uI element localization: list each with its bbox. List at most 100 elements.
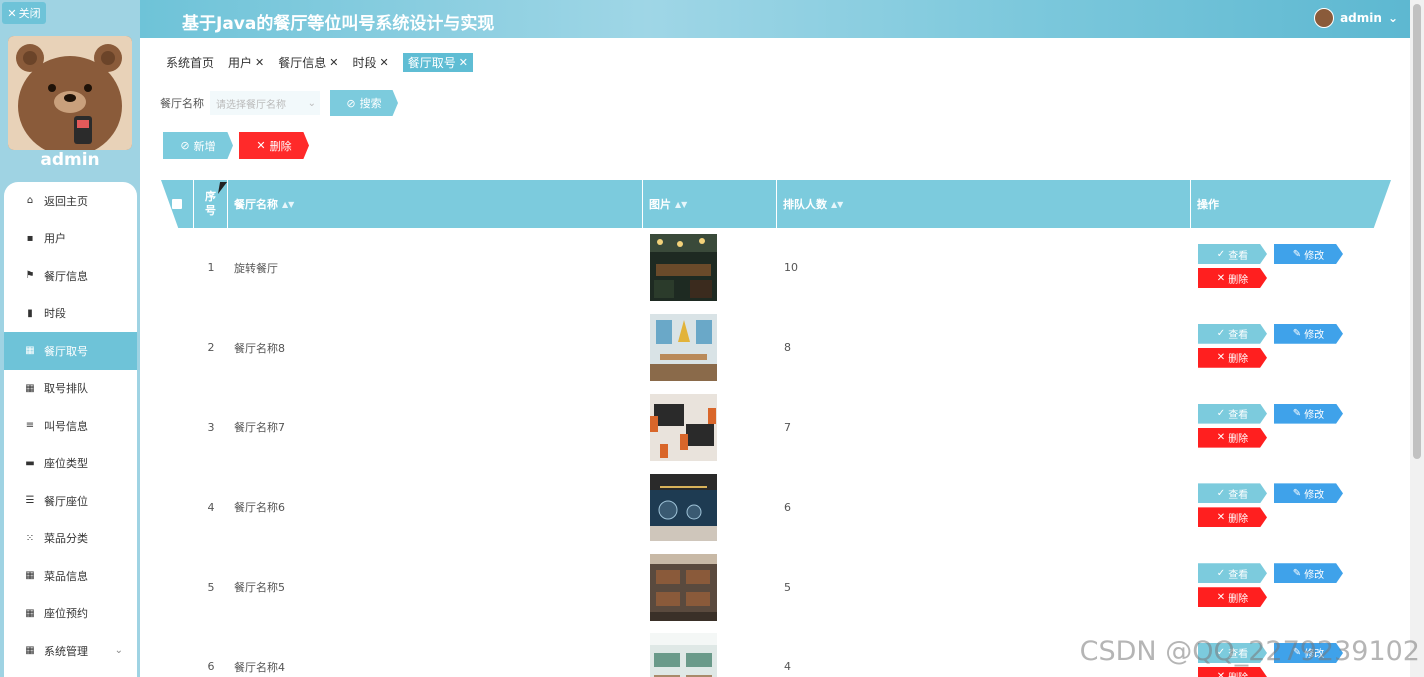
scrollbar-thumb[interactable] bbox=[1413, 4, 1421, 459]
sidebar-item-label: 菜品信息 bbox=[44, 569, 88, 583]
row-restaurant-name: 旋转餐厅 bbox=[234, 261, 278, 275]
close-icon[interactable]: ✕ bbox=[380, 56, 389, 69]
sidebar-item[interactable]: ☰ 餐厅座位 bbox=[4, 482, 137, 520]
row-checkbox-cell[interactable] bbox=[161, 308, 194, 388]
check-icon: ✓ bbox=[1216, 567, 1226, 579]
vertical-scrollbar[interactable] bbox=[1410, 0, 1424, 677]
sidebar-item[interactable]: ≡ 叫号信息 bbox=[4, 407, 137, 445]
flag-icon: ⚑ bbox=[25, 270, 35, 282]
edit-button[interactable]: ✎ 修改 bbox=[1274, 244, 1343, 264]
edit-button-label: 修改 bbox=[1304, 250, 1325, 262]
restaurant-image[interactable] bbox=[650, 314, 717, 382]
user-menu[interactable]: admin ⌄ bbox=[1314, 8, 1398, 28]
sidebar-item[interactable]: ▪ 用户 bbox=[4, 220, 137, 258]
close-label: 关闭 bbox=[18, 7, 41, 20]
tab[interactable]: 餐厅信息 ✕ bbox=[278, 54, 338, 71]
row-checkbox-cell[interactable] bbox=[161, 388, 194, 468]
page-title: 基于Java的餐厅等位叫号系统设计与实现 bbox=[182, 14, 495, 34]
sidebar-item-label: 座位类型 bbox=[44, 457, 88, 471]
remove-button[interactable]: ✕删除 bbox=[1198, 347, 1267, 368]
restaurant-image[interactable] bbox=[650, 234, 717, 302]
tab-bar: 系统首页 用户 ✕ 餐厅信息 ✕ 时段 ✕ 餐厅取号 ✕ bbox=[166, 53, 473, 72]
tab[interactable]: 时段 ✕ bbox=[352, 54, 388, 71]
remove-button[interactable]: ✕删除 bbox=[1198, 587, 1267, 608]
restaurant-image[interactable] bbox=[650, 553, 717, 621]
pencil-icon: ✎ bbox=[1292, 487, 1302, 499]
select-all-checkbox[interactable] bbox=[161, 180, 194, 228]
table-row[interactable]: 4 餐厅名称6 6 ✓ 查看 ✎ 修改 ✕ 删除 bbox=[161, 467, 1391, 547]
pencil-icon: ✎ bbox=[1292, 408, 1302, 420]
edit-button[interactable]: ✎ 修改 bbox=[1274, 323, 1343, 344]
sidebar-item[interactable]: ⌂ 返回主页 bbox=[4, 182, 137, 220]
row-checkbox-cell[interactable] bbox=[161, 228, 194, 308]
add-button[interactable]: ⊘ 新增 bbox=[163, 132, 233, 159]
sidebar-item[interactable]: ⁙ 菜品分类 bbox=[4, 520, 137, 558]
close-icon[interactable]: ✕ bbox=[329, 56, 338, 69]
close-sidebar-button[interactable]: ✕ 关闭 bbox=[2, 2, 46, 24]
remove-button[interactable]: ✕删除 bbox=[1198, 666, 1267, 677]
view-button[interactable]: ✓ 查看 bbox=[1198, 244, 1267, 264]
check-icon: ✓ bbox=[1216, 328, 1226, 340]
tab[interactable]: 餐厅取号 ✕ bbox=[402, 53, 473, 72]
restaurant-image[interactable] bbox=[650, 633, 717, 677]
row-checkbox-cell[interactable] bbox=[161, 467, 194, 547]
view-button-label: 查看 bbox=[1228, 330, 1249, 342]
row-queue-count: 8 bbox=[784, 341, 791, 355]
table-row[interactable]: 3 餐厅名称7 7 ✓ 查看 ✎ 修改 ✕ 删除 bbox=[161, 388, 1391, 468]
table-row[interactable]: 1 旋转餐厅 10 ✓ 查看 ✎ 修改 ✕ 删除 bbox=[161, 228, 1391, 308]
row-actions: ✓查看 ✎修改 ✕删除 bbox=[1198, 244, 1348, 292]
remove-button[interactable]: ✕删除 bbox=[1198, 427, 1267, 448]
search-placeholder: 请选择餐厅名称 bbox=[216, 99, 286, 111]
tab[interactable]: 系统首页 bbox=[166, 54, 214, 71]
remove-button[interactable]: ✕删除 bbox=[1198, 507, 1267, 528]
edit-button[interactable]: ✎ 修改 bbox=[1274, 563, 1343, 584]
row-restaurant-name: 餐厅名称7 bbox=[234, 421, 285, 435]
sidebar-item[interactable]: ▦ 餐厅取号 bbox=[4, 332, 137, 370]
remove-button[interactable]: ✕删除 bbox=[1198, 268, 1267, 288]
search-label: 餐厅名称 bbox=[160, 97, 204, 110]
view-button[interactable]: ✓ 查看 bbox=[1198, 563, 1267, 584]
restaurant-image[interactable] bbox=[650, 393, 717, 461]
close-icon[interactable]: ✕ bbox=[459, 56, 468, 69]
delete-button[interactable]: ✕ 删除 bbox=[239, 132, 309, 159]
sort-icon: ▲▼ bbox=[282, 199, 295, 209]
view-button[interactable]: ✓ 查看 bbox=[1198, 483, 1267, 504]
sort-icon: ▲▼ bbox=[831, 199, 844, 209]
column-queue[interactable]: 排队人数 ▲▼ bbox=[777, 180, 1191, 228]
tab[interactable]: 用户 ✕ bbox=[228, 54, 264, 71]
close-icon: ✕ bbox=[1216, 272, 1226, 284]
row-restaurant-name: 餐厅名称5 bbox=[234, 581, 285, 595]
sidebar-item[interactable]: ▮ 时段 bbox=[4, 295, 137, 333]
table-row[interactable]: 5 餐厅名称5 5 ✓ 查看 ✎ 修改 ✕ 删除 bbox=[161, 547, 1391, 627]
sidebar-item[interactable]: ⚑ 餐厅信息 bbox=[4, 257, 137, 295]
grid-icon: ▦ bbox=[25, 570, 35, 582]
close-icon[interactable]: ✕ bbox=[255, 56, 264, 69]
add-icon: ⊘ bbox=[180, 139, 190, 152]
row-checkbox-cell[interactable] bbox=[161, 547, 194, 627]
restaurant-name-select[interactable]: 请选择餐厅名称 ⌄ bbox=[210, 91, 320, 115]
header-username: admin bbox=[1340, 11, 1382, 25]
row-checkbox-cell[interactable] bbox=[161, 627, 194, 677]
row-actions: ✓查看 ✎修改 ✕删除 bbox=[1198, 403, 1348, 452]
edit-button[interactable]: ✎ 修改 bbox=[1274, 403, 1343, 424]
view-button[interactable]: ✓ 查看 bbox=[1198, 323, 1267, 344]
sidebar-item[interactable]: ▦ 座位预约 bbox=[4, 595, 137, 633]
tab-label: 时段 bbox=[352, 56, 377, 70]
column-image[interactable]: 图片 ▲▼ bbox=[643, 180, 777, 228]
row-queue-count: 10 bbox=[784, 261, 798, 275]
edit-button[interactable]: ✎ 修改 bbox=[1274, 483, 1343, 504]
sidebar-item[interactable]: ▦ 菜品信息 bbox=[4, 557, 137, 595]
column-image-label: 图片 bbox=[649, 198, 671, 211]
view-button[interactable]: ✓ 查看 bbox=[1198, 403, 1267, 424]
sidebar-item[interactable]: ▦ 取号排队 bbox=[4, 370, 137, 408]
row-image-cell bbox=[643, 308, 777, 388]
table-row[interactable]: 2 餐厅名称8 8 ✓ 查看 ✎ 修改 ✕ 删除 bbox=[161, 308, 1391, 388]
search-button[interactable]: ⊘ 搜索 bbox=[330, 90, 398, 116]
view-button-label: 查看 bbox=[1228, 250, 1249, 262]
row-restaurant-name: 餐厅名称8 bbox=[234, 341, 285, 355]
search-button-label: 搜索 bbox=[359, 97, 382, 110]
sidebar-item[interactable]: ▬ 座位类型 bbox=[4, 445, 137, 483]
restaurant-image[interactable] bbox=[650, 473, 717, 541]
sidebar-item[interactable]: ▦ 系统管理 ⌄ bbox=[4, 632, 137, 670]
column-name[interactable]: 餐厅名称 ▲▼ bbox=[228, 180, 643, 228]
